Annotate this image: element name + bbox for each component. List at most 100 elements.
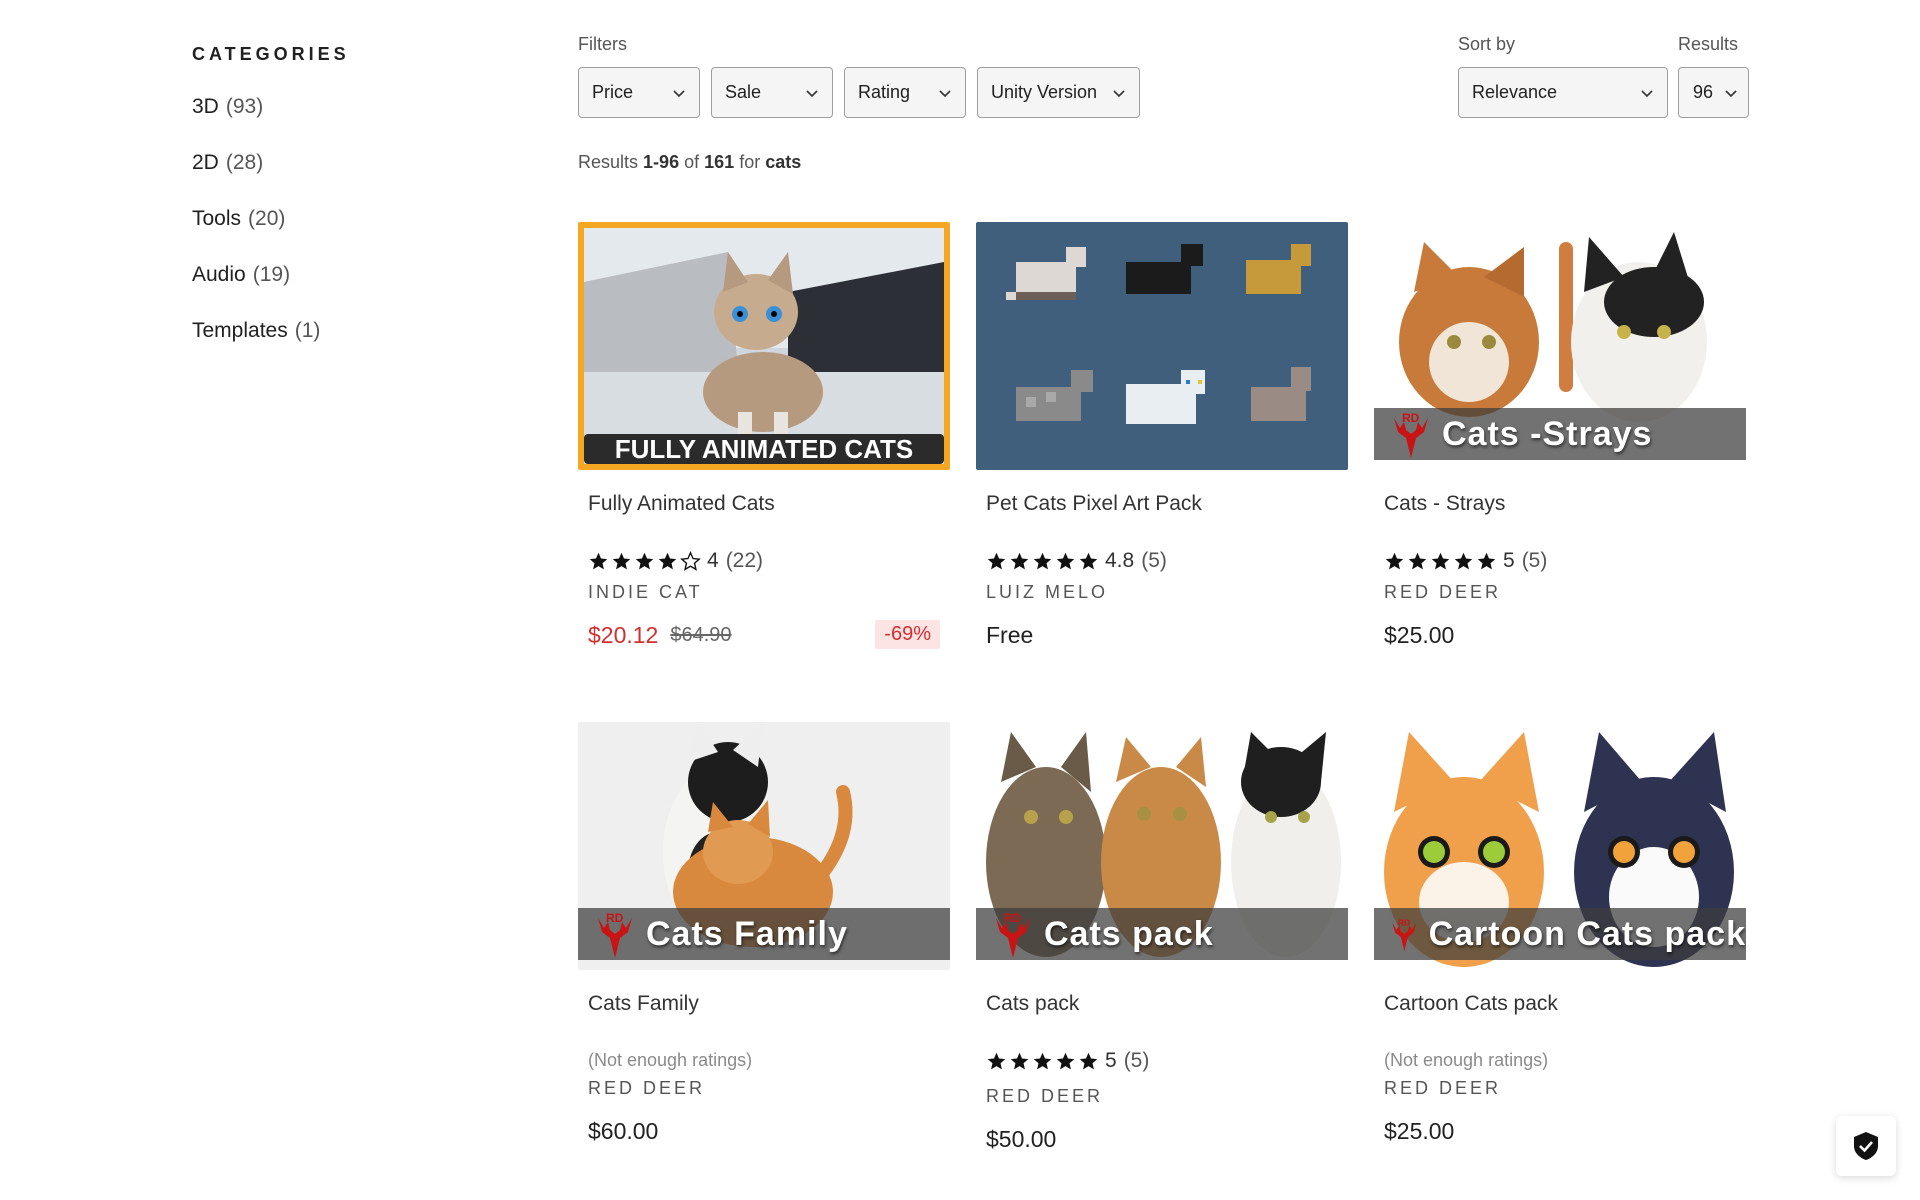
publisher-link[interactable]: INDIE CAT: [588, 582, 703, 603]
category-name: 2D: [192, 151, 219, 174]
chevron-down-icon: [1113, 89, 1125, 97]
star-filled-icon: [1033, 552, 1052, 569]
product-title[interactable]: Cats - Strays: [1384, 492, 1505, 516]
chevron-down-icon: [806, 89, 818, 97]
summary-of: of: [684, 152, 700, 172]
sort-by-label: Sort by: [1458, 34, 1516, 54]
star-filled-icon: [1431, 552, 1450, 569]
thumbnail-banner: RD Cats Family: [578, 908, 950, 960]
results-summary: Results 1-96 of 161 for cats: [578, 152, 801, 173]
svg-text:RD: RD: [606, 911, 624, 925]
product-thumbnail[interactable]: RD Cats Family: [578, 722, 950, 970]
dropdown-label: Rating: [858, 82, 911, 102]
product-card[interactable]: RD Cats -Strays Cats - Strays 5 (5) RED …: [1374, 222, 1746, 662]
banner-title: Cartoon Cats pack: [1428, 914, 1746, 953]
summary-total: 161: [704, 152, 735, 172]
rating-value: 5: [1503, 549, 1515, 572]
category-name: Audio: [192, 263, 246, 286]
filters-label: Filters: [578, 34, 627, 54]
product-thumbnail[interactable]: RD Cartoon Cats pack: [1374, 722, 1746, 970]
star-filled-icon: [1033, 1052, 1052, 1069]
rating-filter-dropdown[interactable]: Rating: [844, 67, 966, 118]
thumbnail-caption: FULLY ANIMATED CATS: [614, 434, 914, 464]
chevron-down-icon: [939, 89, 951, 97]
product-card[interactable]: RD Cats Family Cats Family (Not enough r…: [578, 722, 950, 1162]
product-price: $60.00: [588, 1118, 658, 1145]
publisher-link[interactable]: LUIZ MELO: [986, 582, 1108, 603]
publisher-link[interactable]: RED DEER: [986, 1086, 1103, 1107]
product-thumbnail[interactable]: [976, 222, 1348, 470]
product-rating: 4 (22): [588, 549, 763, 573]
thumbnail-banner: RD Cats -Strays: [1374, 408, 1746, 460]
svg-text:RD: RD: [1398, 917, 1410, 927]
dropdown-label: Unity Version: [991, 82, 1098, 102]
product-title[interactable]: Cartoon Cats pack: [1384, 992, 1558, 1016]
star-filled-icon: [658, 552, 677, 569]
product-title[interactable]: Cats pack: [986, 992, 1079, 1016]
star-filled-icon: [589, 552, 608, 569]
product-card[interactable]: RD Cats pack Cats pack 5 (5) RED DEER $5…: [976, 722, 1348, 1162]
rating-count: (5): [1521, 549, 1548, 572]
star-empty-icon: [680, 550, 701, 571]
category-name: Templates: [192, 319, 288, 342]
red-deer-logo-icon: RD: [598, 911, 632, 958]
chevron-down-icon: [673, 89, 685, 97]
rating-value: 4.8: [1105, 549, 1135, 572]
category-tools[interactable]: Tools (20): [192, 207, 492, 263]
category-name: 3D: [192, 95, 219, 118]
product-thumbnail[interactable]: FULLY ANIMATED CATS: [578, 222, 950, 470]
star-filled-icon: [612, 552, 631, 569]
star-filled-icon: [1079, 1052, 1098, 1069]
no-ratings-text: (Not enough ratings): [1384, 1050, 1549, 1070]
shield-check-icon: [1854, 1132, 1878, 1160]
publisher-link[interactable]: RED DEER: [1384, 1078, 1501, 1099]
sale-filter-dropdown[interactable]: Sale: [711, 67, 833, 118]
summary-range: 1-96: [643, 152, 680, 172]
rating-value: 4: [707, 549, 719, 572]
category-templates[interactable]: Templates (1): [192, 319, 492, 375]
star-filled-icon: [1477, 552, 1496, 569]
rating-value: 5: [1105, 1049, 1117, 1072]
category-name: Tools: [192, 207, 242, 230]
chevron-down-icon: [1725, 89, 1737, 97]
red-deer-logo-icon: RD: [1394, 411, 1428, 458]
summary-for: for: [739, 152, 761, 172]
star-rating: [1384, 551, 1497, 572]
sort-by-dropdown[interactable]: Relevance: [1458, 67, 1668, 118]
product-price: $20.12 $64.90: [588, 622, 732, 649]
star-filled-icon: [1056, 552, 1075, 569]
privacy-shield-button[interactable]: [1836, 1116, 1896, 1176]
publisher-link[interactable]: RED DEER: [588, 1078, 705, 1099]
category-3d[interactable]: 3D (93): [192, 95, 492, 151]
dropdown-label: Sale: [725, 82, 762, 102]
product-rating: 5 (5): [986, 1049, 1149, 1073]
star-filled-icon: [1010, 1052, 1029, 1069]
dropdown-label: Price: [592, 82, 634, 102]
product-thumbnail[interactable]: RD Cats -Strays: [1374, 222, 1746, 470]
category-2d[interactable]: 2D (28): [192, 151, 492, 207]
product-price: $25.00: [1384, 622, 1454, 649]
sale-price: $20.12: [588, 622, 659, 648]
unity-version-filter-dropdown[interactable]: Unity Version: [977, 67, 1140, 118]
dropdown-label: 96: [1693, 82, 1714, 102]
svg-text:RD: RD: [1004, 911, 1022, 925]
product-title[interactable]: Cats Family: [588, 992, 699, 1016]
publisher-link[interactable]: RED DEER: [1384, 582, 1501, 603]
product-title[interactable]: Pet Cats Pixel Art Pack: [986, 492, 1202, 516]
star-rating: [986, 1051, 1099, 1072]
price-value: Free: [986, 622, 1034, 648]
product-title[interactable]: Fully Animated Cats: [588, 492, 775, 516]
asset-store-search-page: CATEGORIES 3D (93) 2D (28) Tools (20) Au…: [0, 0, 1920, 1200]
rating-count: (22): [725, 549, 764, 572]
star-filled-icon: [1408, 552, 1427, 569]
product-card[interactable]: Pet Cats Pixel Art Pack 4.8 (5) LUIZ MEL…: [976, 222, 1348, 662]
results-per-page-dropdown[interactable]: 96: [1678, 67, 1749, 118]
star-filled-icon: [1385, 552, 1404, 569]
product-card[interactable]: FULLY ANIMATED CATS Fully Animated Cats …: [578, 222, 950, 662]
product-thumbnail[interactable]: RD Cats pack: [976, 722, 1348, 970]
rating-count: (5): [1141, 549, 1167, 572]
category-audio[interactable]: Audio (19): [192, 263, 492, 319]
price-filter-dropdown[interactable]: Price: [578, 67, 700, 118]
product-card[interactable]: RD Cartoon Cats pack Cartoon Cats pack (…: [1374, 722, 1746, 1162]
red-deer-logo-icon: RD: [996, 911, 1030, 958]
